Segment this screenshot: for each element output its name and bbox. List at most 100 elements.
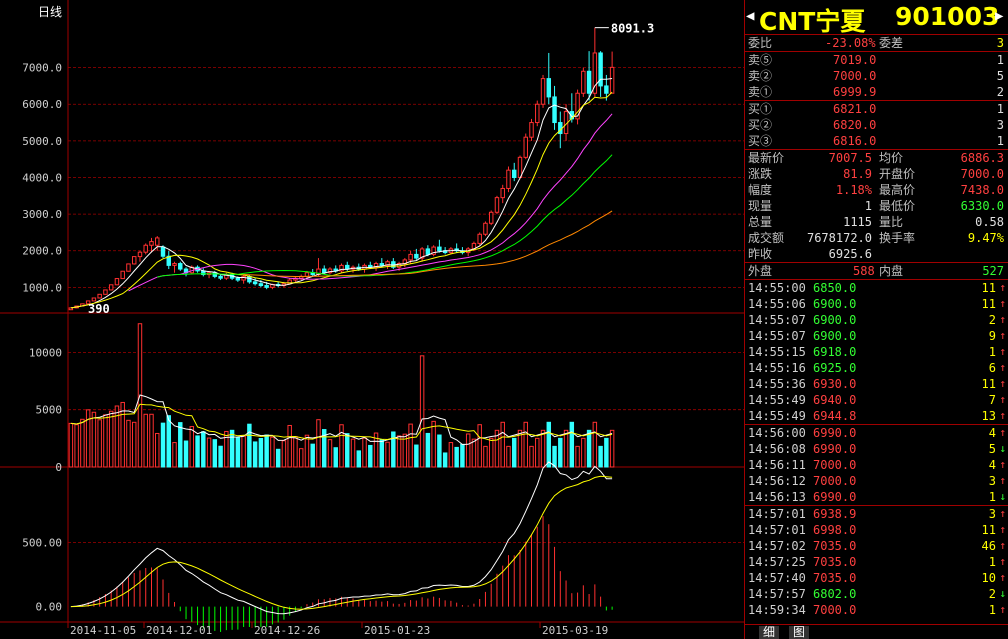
volume-bar <box>224 430 229 468</box>
volume-bar <box>598 445 603 468</box>
tick-row: 14:57:40 7035.0 10 ↑ <box>748 571 1006 585</box>
volume-bar <box>535 437 540 468</box>
volume-bar <box>316 419 321 468</box>
down-arrow-icon: ↓ <box>999 490 1006 503</box>
date-label: 2014-11-05 <box>70 624 136 637</box>
quote-stat-row: 总量 1115 量比 0.58 <box>748 215 1004 229</box>
buy-levels: 买① 6821.0 1 买② 6820.0 3 买③ 6816.0 1 <box>745 101 1008 150</box>
volume-bar <box>385 441 390 468</box>
volume-bar <box>160 422 166 468</box>
volume-bar <box>477 424 482 468</box>
volume-bar <box>546 421 552 468</box>
volume-bar <box>212 439 218 468</box>
volume-bar <box>229 429 235 468</box>
svg-text:390: 390 <box>88 302 110 316</box>
quote-stat-row: 现量 1 最低价 6330.0 <box>748 199 1004 213</box>
tick-row: 14:57:57 6802.0 2 ↓ <box>748 587 1006 601</box>
date-label: 2015-03-19 <box>542 624 608 637</box>
candlestick <box>581 67 586 97</box>
volume-bar <box>529 445 534 468</box>
down-arrow-icon: ↓ <box>999 442 1006 455</box>
macd-tick-label: 500.00 <box>22 537 62 550</box>
prev-arrow-icon[interactable]: ◀ <box>746 8 754 24</box>
price-tick-label: 2000.0 <box>22 245 62 258</box>
up-arrow-icon: ↑ <box>999 507 1006 520</box>
tick-row: 14:55:07 6900.0 9 ↑ <box>748 329 1006 343</box>
up-arrow-icon: ↑ <box>999 345 1006 358</box>
volume-bar <box>97 419 102 468</box>
date-label: 2015-01-23 <box>364 624 430 637</box>
kline-chart[interactable]: 7000.0 6000.0 5000.0 4000.0 3000.0 2000.0 1000… <box>0 0 744 639</box>
up-arrow-icon: ↑ <box>999 474 1006 487</box>
volume-bar <box>448 442 454 468</box>
buy-level-row[interactable]: 买③ 6816.0 1 <box>745 133 1008 149</box>
volume-bar <box>581 437 586 468</box>
buy-level-row[interactable]: 买① 6821.0 1 <box>745 101 1008 117</box>
tick-row: 14:55:49 6940.0 7 ↑ <box>748 393 1006 407</box>
volume-bar <box>431 420 436 468</box>
volume-tick-label: 10000 <box>29 346 62 359</box>
tick-row: 14:55:07 6900.0 2 ↑ <box>748 313 1006 327</box>
price-tick-label: 1000.0 <box>22 281 62 294</box>
candlestick <box>483 221 488 237</box>
up-arrow-icon: ↑ <box>999 539 1006 552</box>
quote-header: ◀ CNT宁夏 901003 ▶ <box>745 0 1008 36</box>
tab-detail[interactable]: 细 <box>759 626 780 639</box>
date-label: 2014-12-26 <box>254 624 320 637</box>
volume-bar <box>195 435 200 468</box>
volume-bar <box>408 423 413 468</box>
volume-bar <box>85 409 91 468</box>
sell-level-row[interactable]: 卖① 6999.9 2 <box>745 84 1008 100</box>
volume-bar <box>523 421 528 468</box>
volume-bar <box>558 437 563 468</box>
candlestick <box>103 289 108 295</box>
quote-stat-row: 昨收 6925.6 <box>748 247 872 261</box>
volume-bar <box>235 436 241 468</box>
volume-bar <box>552 445 557 468</box>
candlestick <box>535 100 540 127</box>
up-arrow-icon: ↑ <box>999 361 1006 374</box>
volume-bar <box>339 424 344 468</box>
tab-chart[interactable]: 图 <box>789 626 810 639</box>
volume-bar <box>143 413 148 468</box>
candlestick <box>488 210 494 226</box>
up-arrow-icon: ↑ <box>999 409 1006 422</box>
volume-bar <box>483 445 488 468</box>
panel-tabs: 细 图 <box>745 624 1008 639</box>
up-arrow-icon: ↑ <box>999 603 1006 616</box>
volume-bar <box>155 432 160 468</box>
volume-bar <box>454 446 459 468</box>
candlestick <box>339 263 344 273</box>
quote-panel: ◀ CNT宁夏 901003 ▶ 委比 -23.08% 委差 3 卖⑤ 7019.… <box>744 0 1008 639</box>
tick-list[interactable]: 14:55:00 6850.0 11 ↑ 14:55:06 6900.0 11 ↑ 14:55:… <box>745 280 1008 618</box>
volume-bar <box>120 401 125 468</box>
sell-level-row[interactable]: 卖② 7000.0 5 <box>745 68 1008 84</box>
order-ratio-row: 委比 -23.08% 委差 3 <box>745 35 1008 52</box>
volume-bar <box>575 445 580 468</box>
volume-bar <box>91 411 97 468</box>
tick-row: 14:55:49 6944.8 13 ↑ <box>745 408 1008 425</box>
volume-bar <box>281 440 287 468</box>
volume-bar <box>183 440 189 468</box>
up-arrow-icon: ↑ <box>999 377 1006 390</box>
candlestick <box>506 166 511 193</box>
candlestick <box>540 74 546 108</box>
buy-level-row[interactable]: 买② 6820.0 3 <box>745 117 1008 133</box>
candlestick <box>494 195 500 215</box>
tick-row: 14:57:01 6998.0 11 ↑ <box>748 523 1006 537</box>
period-label: 日线 <box>38 5 62 19</box>
volume-bar <box>74 424 79 468</box>
next-arrow-icon[interactable]: ▶ <box>995 8 1003 24</box>
volume-bar <box>442 452 448 468</box>
tick-row: 14:56:08 6990.0 5 ↓ <box>748 442 1006 456</box>
tick-row: 14:57:02 7035.0 46 ↑ <box>748 539 1006 553</box>
sell-level-row[interactable]: 卖⑤ 7019.0 1 <box>745 52 1008 68</box>
tick-row: 14:56:00 6990.0 4 ↑ <box>748 426 1006 440</box>
up-arrow-icon: ↑ <box>999 393 1006 406</box>
instrument-name: CNT宁夏 <box>759 7 866 36</box>
candlestick <box>178 261 183 271</box>
volume-bar <box>569 421 575 468</box>
volume-bar <box>206 437 212 468</box>
volume-bar <box>465 433 471 468</box>
volume-bar <box>310 443 315 468</box>
